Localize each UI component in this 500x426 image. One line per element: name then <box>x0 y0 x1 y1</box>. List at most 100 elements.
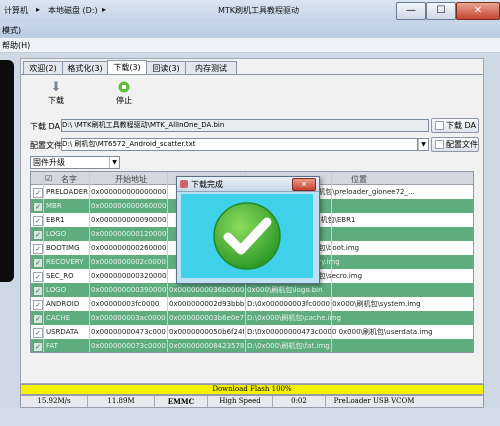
dialog-close-button[interactable]: ✕ <box>292 178 316 191</box>
window-title-bar: 模式) <box>0 22 500 38</box>
download-agent-button-label: 下载 DA <box>446 121 477 130</box>
file-location: D:\0x000000003fc0000 0x000\刷机包\system.im… <box>247 300 421 308</box>
menu-bar: 帮助(H) <box>0 38 500 53</box>
download-button-label: 下载 <box>48 96 64 105</box>
scatter-label: 配置文件 <box>30 141 62 150</box>
partition-name: CACHE <box>46 314 71 322</box>
start-address: 0x0000000000600000 <box>91 202 166 210</box>
scatter-button-label: 配置文件 <box>446 140 478 149</box>
table-row[interactable]: ✓ ANDROID 0x00000003fc0000 0x000000002d93bb… <box>31 297 473 312</box>
scatter-dropdown[interactable]: ▼ <box>417 138 429 151</box>
partition-name: FAT <box>46 342 58 350</box>
start-address: 0x0000000002600000 <box>91 244 166 252</box>
column-divider <box>43 172 44 352</box>
end-address: 0x0000000050b6f24f <box>169 328 244 336</box>
row-checkbox[interactable]: ✓ <box>33 216 43 226</box>
breadcrumb-computer[interactable]: 计算机 <box>4 5 28 16</box>
row-checkbox[interactable]: ✓ <box>33 314 43 324</box>
row-checkbox[interactable]: ✓ <box>33 188 43 198</box>
mode-select-value: 固件升级 <box>33 158 65 167</box>
tab-memory-test[interactable]: 内存测试 <box>185 61 237 75</box>
table-row[interactable]: ✓ USRDATA 0x00000000473c0000 0x0000000050b6… <box>31 325 473 340</box>
partition-name: BOOTIMG <box>46 244 80 252</box>
folder-icon <box>435 140 444 149</box>
start-address: 0x000000003ac00000 <box>91 314 166 322</box>
breadcrumb-separator: ▸ <box>102 5 107 14</box>
status-time: 0:02 <box>273 396 326 407</box>
row-checkbox[interactable]: ✓ <box>33 272 43 282</box>
stop-button[interactable]: 停止 <box>107 81 141 115</box>
mode-select[interactable]: 固件升级 ▼ <box>30 156 120 169</box>
partition-name: EBR1 <box>46 216 65 224</box>
row-checkbox[interactable]: ✓ <box>33 286 43 296</box>
partition-name: SEC_RO <box>46 272 74 280</box>
chevron-down-icon: ▼ <box>109 157 119 168</box>
start-address: 0x0000000002c00000 <box>91 258 166 266</box>
table-row[interactable]: ✓ FAT 0x0000000073c0000 0x0000000084235781 D… <box>31 339 473 352</box>
close-button[interactable]: ✕ <box>456 2 500 20</box>
file-location: 0x000\刷机包\logo.bin <box>247 286 323 294</box>
row-checkbox[interactable]: ✓ <box>33 342 43 352</box>
header-name: 名字 <box>61 175 77 184</box>
column-divider <box>331 172 332 352</box>
column-divider <box>167 172 168 352</box>
scatter-button[interactable]: 配置文件 <box>431 137 479 152</box>
breadcrumb-disk[interactable]: 本地磁盘 (D:) <box>48 5 98 16</box>
download-button[interactable]: ⬇ 下载 <box>39 81 73 115</box>
tab-format[interactable]: 格式化(3) <box>62 61 108 75</box>
partition-name: PRELOADER <box>46 188 88 196</box>
partition-name: LOGO <box>46 286 67 294</box>
start-address: 0x000000000120000 <box>91 230 166 238</box>
scatter-path-field[interactable]: D:\ 刷机包\MT6572_Android_scatter.txt <box>61 138 419 151</box>
status-bar: 15.92M/s 11.89M EMMC High Speed 0:02 Pre… <box>20 395 484 408</box>
partition-name: MBR <box>46 202 62 210</box>
address-bar: 计算机 ▸ 本地磁盘 (D:) ▸ MTK刷机工具教程驱动 — ☐ ✕ <box>0 0 500 23</box>
end-address: 0x0000000036b0000 <box>169 286 244 294</box>
row-checkbox[interactable]: ✓ <box>33 300 43 310</box>
table-row[interactable]: ✓ CACHE 0x000000003ac00000 0x000000003b6e0e… <box>31 311 473 326</box>
window-title: 模式) <box>2 26 22 35</box>
row-checkbox[interactable]: ✓ <box>33 244 43 254</box>
folder-icon <box>435 121 444 130</box>
row-checkbox[interactable]: ✓ <box>33 230 43 240</box>
chevron-down-icon: ▼ <box>418 139 428 150</box>
tab-readback[interactable]: 回读(3) <box>146 61 186 75</box>
file-location: D:\0x00000000473c0000 0x000\刷机包\userdata… <box>247 328 433 336</box>
status-size: 11.89M <box>88 396 155 407</box>
tab-welcome[interactable]: 欢迎(2) <box>23 61 63 75</box>
start-address: 0x0000000000000000 <box>91 188 166 196</box>
row-checkbox[interactable]: ✓ <box>33 328 43 338</box>
download-agent-button[interactable]: 下载 DA <box>431 118 479 133</box>
partition-name: RECOVERY <box>46 258 84 266</box>
app-icon <box>180 180 188 188</box>
row-checkbox[interactable]: ✓ <box>33 258 43 268</box>
end-address: 0x0000000084235781 <box>169 342 244 350</box>
minimize-button[interactable]: — <box>396 2 426 20</box>
status-port: PreLoader USB VCOM <box>333 397 415 405</box>
start-address: 0x0000000003200000 <box>91 272 166 280</box>
dialog-body <box>181 194 313 278</box>
partition-name: LOGO <box>46 230 67 238</box>
breadcrumb-folder[interactable]: MTK刷机工具教程驱动 <box>218 5 299 16</box>
end-address: 0x000000002d93bbb7 <box>169 300 244 308</box>
tab-divider <box>21 74 483 75</box>
side-device-panel <box>0 60 14 282</box>
dialog-title: 下载完成 <box>191 180 223 189</box>
start-address: 0x00000003fc0000 <box>91 300 160 308</box>
success-check-icon <box>213 202 281 270</box>
download-agent-path[interactable]: D:\ \MTK刷机工具教程驱动\MTK_AllInOne_DA.bin <box>61 119 429 132</box>
start-address: 0x0000000073c0000 <box>91 342 166 350</box>
menu-help[interactable]: 帮助(H) <box>2 40 30 51</box>
flash-progress-bar: Download Flash 100% <box>20 384 484 395</box>
download-complete-dialog: 下载完成 ✕ <box>176 176 320 284</box>
download-arrow-icon: ⬇ <box>50 80 62 95</box>
maximize-button[interactable]: ☐ <box>426 2 456 20</box>
status-mode: High Speed <box>208 396 273 407</box>
column-divider <box>89 172 90 352</box>
stop-icon <box>117 81 131 95</box>
tab-download[interactable]: 下载(3) <box>107 60 147 75</box>
file-location: D:\0x000\刷机包\cache.img <box>247 314 341 322</box>
table-row[interactable]: ✓ LOGO 0x000000000390000 0x0000000036b0000 0… <box>31 283 473 298</box>
header-checkbox[interactable]: ☑ <box>45 174 52 183</box>
row-checkbox[interactable]: ✓ <box>33 202 43 212</box>
